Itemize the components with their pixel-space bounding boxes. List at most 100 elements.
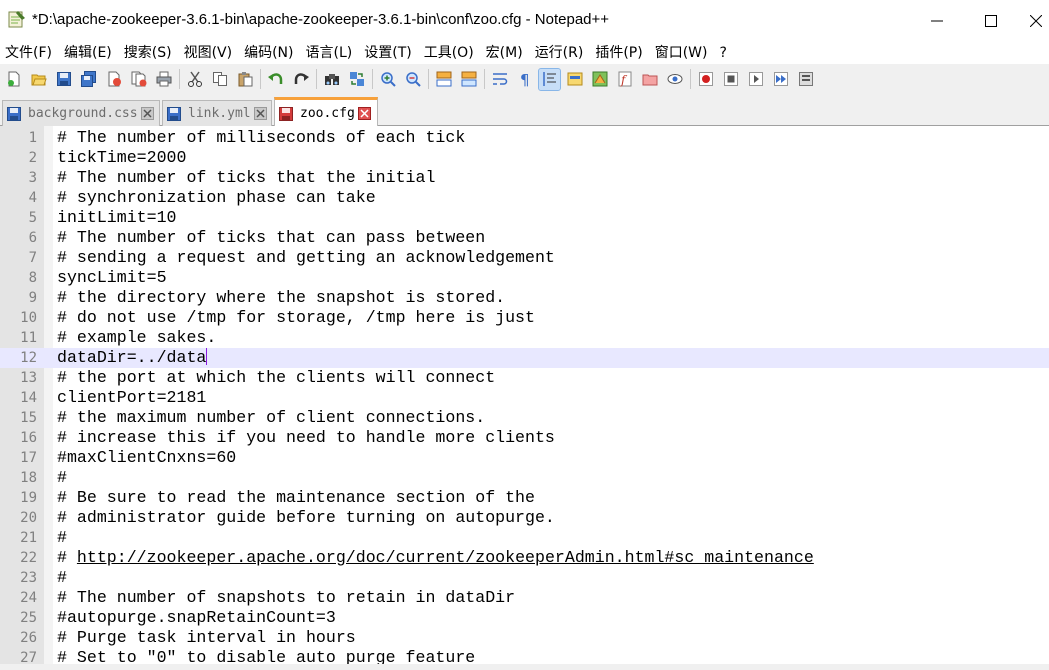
menu-tools[interactable]: 工具(O) <box>418 42 480 64</box>
function-list-icon[interactable]: f <box>614 69 635 90</box>
menu-file[interactable]: 文件(F) <box>0 42 58 64</box>
user-language-icon[interactable] <box>564 69 585 90</box>
menu-help[interactable]: ? <box>714 42 733 64</box>
editor-line[interactable]: 3 # The number of ticks that the initial <box>0 168 1049 188</box>
menu-edit[interactable]: 编辑(E) <box>58 42 118 64</box>
menu-settings[interactable]: 设置(T) <box>358 42 417 64</box>
stop-record-icon[interactable] <box>720 69 741 90</box>
document-map-icon[interactable] <box>589 69 610 90</box>
line-text[interactable]: # the maximum number of client connectio… <box>57 408 485 428</box>
editor-line[interactable]: 10 # do not use /tmp for storage, /tmp he… <box>0 308 1049 328</box>
line-text[interactable]: # the directory where the snapshot is st… <box>57 288 505 308</box>
menu-view[interactable]: 视图(V) <box>178 42 239 64</box>
line-text[interactable]: #maxClientCnxns=60 <box>57 448 236 468</box>
minimize-button[interactable] <box>912 0 962 42</box>
menu-window[interactable]: 窗口(W) <box>649 42 714 64</box>
editor-line[interactable]: 22 # http://zookeeper.apache.org/doc/curr… <box>0 548 1049 568</box>
editor-line[interactable]: 6 # The number of ticks that can pass bet… <box>0 228 1049 248</box>
line-text[interactable]: # <box>57 528 67 548</box>
menu-encoding[interactable]: 编码(N) <box>238 42 299 64</box>
line-text[interactable]: # do not use /tmp for storage, /tmp here… <box>57 308 535 328</box>
word-wrap-icon[interactable] <box>489 69 510 90</box>
editor-line[interactable]: 1 # The number of milliseconds of each ti… <box>0 128 1049 148</box>
line-text[interactable]: # sending a request and getting an ackno… <box>57 248 555 268</box>
editor-line[interactable]: 17 #maxClientCnxns=60 <box>0 448 1049 468</box>
paste-icon[interactable] <box>234 69 255 90</box>
save-macro-icon[interactable] <box>795 69 816 90</box>
close-all-icon[interactable] <box>128 69 149 90</box>
menu-macro[interactable]: 宏(M) <box>480 42 529 64</box>
line-text[interactable]: # the port at which the clients will con… <box>57 368 495 388</box>
sync-horizontal-icon[interactable] <box>458 69 479 90</box>
editor-line[interactable]: 24 # The number of snapshots to retain in… <box>0 588 1049 608</box>
line-text[interactable]: syncLimit=5 <box>57 268 167 288</box>
close-window-button[interactable] <box>1022 0 1049 42</box>
editor-line[interactable]: 9 # the directory where the snapshot is s… <box>0 288 1049 308</box>
save-icon[interactable] <box>53 69 74 90</box>
close-tab-icon[interactable] <box>253 107 267 120</box>
copy-icon[interactable] <box>209 69 230 90</box>
editor-line[interactable]: 25 #autopurge.snapRetainCount=3 <box>0 608 1049 628</box>
maximize-button[interactable] <box>966 0 1016 42</box>
editor-line[interactable]: 12 dataDir=../data <box>0 348 1049 368</box>
editor-line[interactable]: 15 # the maximum number of client connect… <box>0 408 1049 428</box>
record-macro-icon[interactable] <box>695 69 716 90</box>
line-text[interactable]: # synchronization phase can take <box>57 188 376 208</box>
line-text[interactable]: # increase this if you need to handle mo… <box>57 428 555 448</box>
editor-line[interactable]: 26 # Purge task interval in hours <box>0 628 1049 648</box>
print-icon[interactable] <box>153 69 174 90</box>
editor-line[interactable]: 18 # <box>0 468 1049 488</box>
save-all-icon[interactable] <box>78 69 99 90</box>
find-icon[interactable] <box>321 69 342 90</box>
zoom-out-icon[interactable] <box>402 69 423 90</box>
cut-icon[interactable] <box>184 69 205 90</box>
line-text[interactable]: # The number of ticks that can pass betw… <box>57 228 485 248</box>
menu-run[interactable]: 运行(R) <box>529 42 590 64</box>
line-text[interactable]: # http://zookeeper.apache.org/doc/curren… <box>57 548 814 568</box>
line-text[interactable]: # Be sure to read the maintenance sectio… <box>57 488 535 508</box>
open-file-icon[interactable] <box>28 69 49 90</box>
undo-icon[interactable] <box>265 69 286 90</box>
monitoring-icon[interactable] <box>664 69 685 90</box>
editor-line[interactable]: 21 # <box>0 528 1049 548</box>
sync-vertical-icon[interactable] <box>433 69 454 90</box>
line-text[interactable]: #autopurge.snapRetainCount=3 <box>57 608 336 628</box>
folder-workspace-icon[interactable] <box>639 69 660 90</box>
line-text[interactable]: # <box>57 468 67 488</box>
zoom-in-icon[interactable] <box>377 69 398 90</box>
editor-line[interactable]: 19 # Be sure to read the maintenance sect… <box>0 488 1049 508</box>
tab-link-yml[interactable]: link.yml <box>162 100 272 126</box>
tab-background-css[interactable]: background.css <box>2 100 160 126</box>
run-macro-multiple-icon[interactable] <box>770 69 791 90</box>
line-text[interactable]: # The number of ticks that the initial <box>57 168 435 188</box>
line-text[interactable]: initLimit=10 <box>57 208 177 228</box>
editor-line[interactable]: 11 # example sakes. <box>0 328 1049 348</box>
editor-line[interactable]: 2 tickTime=2000 <box>0 148 1049 168</box>
new-file-icon[interactable] <box>3 69 24 90</box>
line-text[interactable]: tickTime=2000 <box>57 148 186 168</box>
replace-icon[interactable] <box>346 69 367 90</box>
editor-line[interactable]: 20 # administrator guide before turning o… <box>0 508 1049 528</box>
editor-line[interactable]: 13 # the port at which the clients will c… <box>0 368 1049 388</box>
menu-search[interactable]: 搜索(S) <box>118 42 178 64</box>
close-tab-icon[interactable] <box>357 107 371 120</box>
playback-macro-icon[interactable] <box>745 69 766 90</box>
line-text[interactable]: # administrator guide before turning on … <box>57 508 555 528</box>
editor-line[interactable]: 5 initLimit=10 <box>0 208 1049 228</box>
editor-lines[interactable]: 1 # The number of milliseconds of each ti… <box>0 128 1049 668</box>
line-text[interactable]: # Purge task interval in hours <box>57 628 356 648</box>
line-text[interactable]: dataDir=../data <box>57 348 208 368</box>
close-tab-icon[interactable] <box>140 107 154 120</box>
editor-line[interactable]: 8 syncLimit=5 <box>0 268 1049 288</box>
redo-icon[interactable] <box>290 69 311 90</box>
menu-plugins[interactable]: 插件(P) <box>589 42 648 64</box>
text-editor[interactable]: 1 # The number of milliseconds of each ti… <box>0 126 1049 670</box>
line-text[interactable]: clientPort=2181 <box>57 388 206 408</box>
editor-line[interactable]: 23 # <box>0 568 1049 588</box>
editor-line[interactable]: 7 # sending a request and getting an ackn… <box>0 248 1049 268</box>
tab-zoo-cfg[interactable]: zoo.cfg <box>274 97 378 127</box>
line-text[interactable]: # example sakes. <box>57 328 216 348</box>
notepadpp-app-icon[interactable] <box>6 9 26 29</box>
editor-line[interactable]: 14 clientPort=2181 <box>0 388 1049 408</box>
menu-language[interactable]: 语言(L) <box>300 42 359 64</box>
